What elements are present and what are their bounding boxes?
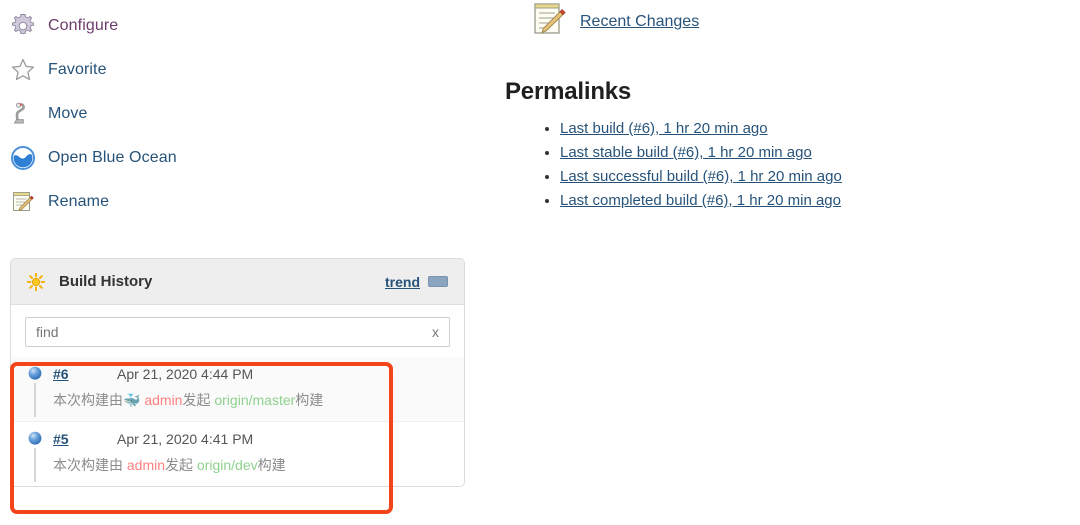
task-item-open-blue-ocean[interactable]: Open Blue Ocean [10,136,310,180]
task-item-favorite[interactable]: Favorite [10,48,310,92]
blue-ocean-icon [10,145,36,171]
clear-search-icon[interactable]: x [424,324,439,340]
permalink-last-build[interactable]: Last build (#6), 1 hr 20 min ago [560,120,768,137]
build-item-header: #5 Apr 21, 2020 4:41 PM [11,422,464,452]
permalinks-list: Last build (#6), 1 hr 20 min ago Last st… [505,120,1025,209]
blue-ball-icon [27,431,43,447]
desc-prefix: 本次构建由 [53,457,123,473]
desc-suffix: 构建 [295,392,324,408]
build-date: Apr 21, 2020 4:41 PM [117,431,254,447]
permalinks-title: Permalinks [505,78,632,105]
blue-ball-icon [27,366,43,382]
desc-mid: 发起 [182,392,211,408]
build-number-link[interactable]: #6 [53,366,117,382]
build-description-text: 本次构建由 admin发起 origin/dev构建 [27,455,286,475]
collapse-icon[interactable] [428,276,448,287]
task-menu: Configure Favorite Move Open Blue Ocean … [10,4,310,224]
build-history-panel: Build History trend x [10,258,465,487]
move-icon [10,101,36,127]
list-item: Last successful build (#6), 1 hr 20 min … [560,168,1025,185]
build-history-header: Build History trend [11,259,464,305]
permalinks-section: Permalinks Last build (#6), 1 hr 20 min … [505,78,1025,216]
build-description: 本次构建由🐳 admin发起 origin/master构建 [11,383,464,421]
permalink-last-completed-build[interactable]: Last completed build (#6), 1 hr 20 min a… [560,192,841,209]
recent-changes-link[interactable]: Recent Changes [580,13,699,31]
task-item-rename[interactable]: Rename [10,180,310,224]
build-list-item[interactable]: #5 Apr 21, 2020 4:41 PM 本次构建由 admin发起 or… [11,421,464,486]
desc-branch: origin/dev [196,457,258,473]
desc-branch: origin/master [214,392,296,408]
desc-suffix: 构建 [257,457,286,473]
whale-icon: 🐳 [123,392,141,408]
search-input[interactable] [36,324,424,340]
permalink-last-successful-build[interactable]: Last successful build (#6), 1 hr 20 min … [560,168,842,185]
star-icon [10,57,36,83]
trend-link[interactable]: trend [385,274,420,290]
task-item-label[interactable]: Rename [48,193,109,211]
desc-prefix: 本次构建由 [53,392,123,408]
recent-changes-row[interactable]: Recent Changes [530,2,699,42]
notepad-pencil-icon [530,1,570,44]
task-item-label[interactable]: Open Blue Ocean [48,149,177,167]
gear-icon [10,13,36,39]
sun-icon [27,272,45,291]
task-item-configure[interactable]: Configure [10,4,310,48]
list-item: Last build (#6), 1 hr 20 min ago [560,120,1025,137]
build-list: #6 Apr 21, 2020 4:44 PM 本次构建由🐳 admin发起 o… [11,357,464,486]
rename-pencil-icon [10,189,36,215]
task-item-label[interactable]: Configure [48,17,118,35]
task-item-move[interactable]: Move [10,92,310,136]
build-description-text: 本次构建由🐳 admin发起 origin/master构建 [27,390,323,410]
desc-user: admin [144,392,183,408]
desc-mid: 发起 [165,457,194,473]
task-item-label[interactable]: Favorite [48,61,107,79]
permalink-last-stable-build[interactable]: Last stable build (#6), 1 hr 20 min ago [560,144,812,161]
build-timeline-line [34,448,36,482]
find-field[interactable]: x [25,317,450,347]
build-history-title: Build History [59,273,153,290]
build-item-header: #6 Apr 21, 2020 4:44 PM [11,357,464,387]
list-item: Last stable build (#6), 1 hr 20 min ago [560,144,1025,161]
build-history-find-wrap: x [11,305,464,357]
build-description: 本次构建由 admin发起 origin/dev构建 [11,448,464,486]
build-date: Apr 21, 2020 4:44 PM [117,366,254,382]
build-list-item[interactable]: #6 Apr 21, 2020 4:44 PM 本次构建由🐳 admin发起 o… [11,357,464,421]
build-number-link[interactable]: #5 [53,431,117,447]
task-item-label[interactable]: Move [48,105,88,123]
desc-user: admin [126,457,166,473]
list-item: Last completed build (#6), 1 hr 20 min a… [560,192,1025,209]
build-timeline-line [34,383,36,417]
